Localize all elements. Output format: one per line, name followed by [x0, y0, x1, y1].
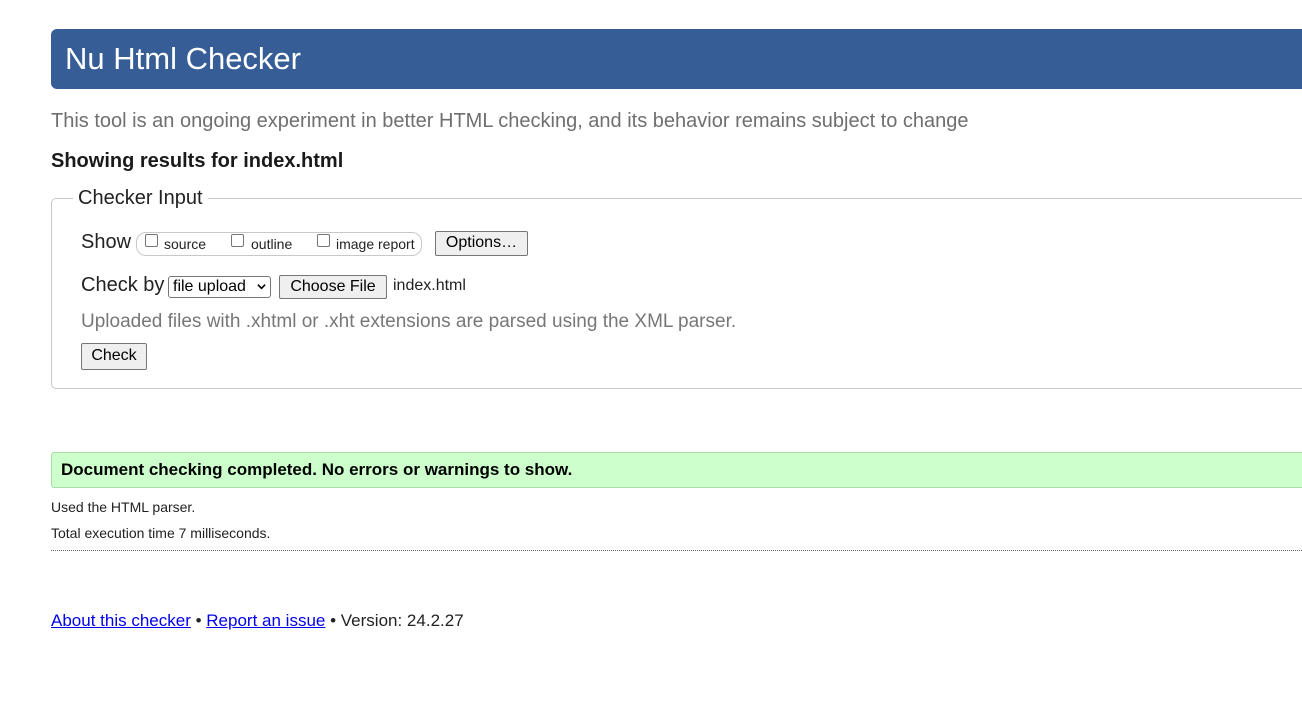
image-report-checkbox[interactable] — [317, 234, 330, 247]
choose-file-button[interactable]: Choose File — [279, 275, 387, 299]
success-message: Document checking completed. No errors o… — [51, 452, 1302, 488]
report-issue-link[interactable]: Report an issue — [206, 611, 325, 630]
check-by-selected-value: file upload — [173, 278, 246, 295]
page-title: Nu Html Checker — [65, 41, 301, 76]
footer-separator: • — [195, 611, 202, 630]
version-text: Version: 24.2.27 — [340, 611, 464, 630]
source-checkbox-label[interactable]: source — [164, 236, 206, 252]
tool-description: This tool is an ongoing experiment in be… — [51, 110, 969, 132]
results-heading: Showing results for index.html — [51, 150, 344, 172]
check-by-select[interactable]: file upload — [168, 276, 271, 298]
footer-separator: • — [330, 611, 337, 630]
show-label: Show — [81, 231, 132, 253]
check-button[interactable]: Check — [81, 343, 147, 370]
footer: About this checker • Report an issue • V… — [51, 611, 464, 631]
image-report-checkbox-label[interactable]: image report — [336, 236, 415, 252]
execution-time: Total execution time 7 milliseconds. — [51, 525, 271, 541]
checker-input-legend: Checker Input — [73, 187, 208, 210]
xml-parser-hint: Uploaded files with .xhtml or .xht exten… — [81, 311, 737, 332]
chosen-file-name: index.html — [393, 277, 466, 294]
outline-checkbox[interactable] — [231, 234, 244, 247]
options-button[interactable]: Options… — [435, 231, 528, 256]
results-divider — [51, 550, 1302, 551]
source-checkbox[interactable] — [145, 234, 158, 247]
page-header: Nu Html Checker — [51, 29, 1302, 89]
outline-checkbox-label[interactable]: outline — [251, 236, 292, 252]
chevron-down-icon — [257, 284, 266, 290]
parser-info: Used the HTML parser. — [51, 499, 196, 515]
about-checker-link[interactable]: About this checker — [51, 611, 191, 630]
check-by-label: Check by — [81, 274, 165, 296]
